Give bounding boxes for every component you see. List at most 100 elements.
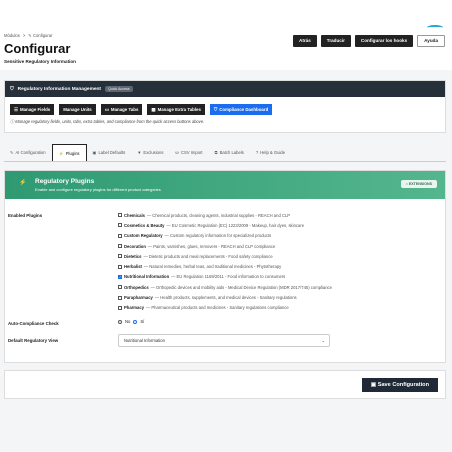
back-button[interactable]: Atrás (293, 35, 317, 47)
translate-button[interactable]: Traducir (320, 35, 351, 47)
folder-icon: ▭ (104, 107, 109, 112)
plugin-description: — Dietetic products and meal replacement… (143, 253, 273, 259)
filter-icon: ▼ (137, 150, 142, 155)
chevron-down-icon: ⌄ (321, 338, 325, 343)
plugin-name: Cosmetics & Beauty (124, 222, 165, 228)
plugin-item[interactable]: Herbalist — Natural remedies, herbal teas… (118, 261, 332, 271)
manage-extra-tables-label: Manage Extra Tables (157, 107, 201, 112)
page-title: Configurar (4, 41, 71, 56)
default-view-select[interactable]: Nutritional Information ⌄ (118, 334, 330, 347)
tab-batch-labels[interactable]: ⧉ Batch Labels (209, 144, 250, 161)
plugin-item[interactable]: Dietetics — Dietetic products and meal re… (118, 251, 332, 261)
radio-si-label: Sí (140, 319, 145, 324)
tag-icon: ▣ (92, 150, 97, 155)
plugin-item[interactable]: Parapharmacy — Health products, supplemen… (118, 292, 332, 302)
plugin-description: — Paints, varnishes, glues, removers - R… (147, 243, 276, 249)
default-view-label: Default Regulatory View (8, 338, 59, 343)
extensions-button[interactable]: ⌂ EXTENSIONS (400, 180, 437, 188)
tab-label-defaults-label: Label Defaults (98, 150, 126, 155)
tab-batch-label: Batch Labels (219, 150, 244, 155)
tab-ai-configuration[interactable]: ✎ AI Configuration (4, 144, 52, 161)
breadcrumb-configurar: ✎ Configurar (28, 33, 53, 38)
breadcrumb: Módulos > ✎ Configurar (4, 33, 53, 38)
plugin-name: Pharmacy (124, 305, 145, 311)
list-icon: ☰ (14, 107, 18, 112)
plug-icon: ⚡ (19, 180, 27, 186)
radio-no[interactable] (118, 319, 122, 324)
save-configuration-label: Save Configuration (377, 382, 429, 388)
plugin-item[interactable]: Decoration — Paints, varnishes, glues, re… (118, 241, 332, 251)
tab-plugins[interactable]: ⚡ Plugins (51, 144, 87, 161)
plugin-checkbox[interactable] (118, 233, 122, 238)
tab-label-defaults[interactable]: ▣ Label Defaults (87, 144, 132, 161)
plugin-description: — EU Regulation 1169/2011 - Food informa… (171, 274, 286, 280)
rim-note: ⓘ Manage regulatory fields, units, tabs,… (5, 115, 445, 125)
help-icon: ? (255, 150, 259, 155)
breadcrumb-modules[interactable]: Módulos (4, 33, 20, 38)
quick-access-badge: Quick Access (105, 86, 133, 92)
plugin-checkbox[interactable] (118, 254, 122, 259)
plugin-checkbox[interactable] (118, 244, 122, 249)
rim-note-text: Manage regulatory fields, units, tabs, e… (15, 119, 205, 124)
configure-hooks-button[interactable]: Configurar los hooks (354, 35, 414, 47)
plugin-checkbox[interactable] (118, 305, 122, 310)
tab-plugins-label: Plugins (65, 150, 80, 156)
tab-help-guide[interactable]: ? Help & Guide (250, 144, 291, 161)
plugin-checkbox[interactable] (118, 223, 122, 228)
plugin-description: — EU Cosmetic Regulation (EC) 1223/2009 … (166, 222, 305, 228)
plugin-item[interactable]: Cosmetics & Beauty — EU Cosmetic Regulati… (118, 220, 332, 230)
tab-csv-import[interactable]: ⛁ CSV Import (169, 144, 208, 161)
rim-title: Regulatory Information Management (17, 86, 102, 92)
plugin-list: Chemicals — Chemical products, cleaning a… (118, 210, 332, 313)
corner-accent (427, 25, 443, 30)
plugin-item[interactable]: Orthopedics — Orthopedic devices and mobi… (118, 282, 332, 292)
manage-tabs-button[interactable]: ▭ Manage Tabs (100, 104, 143, 115)
save-configuration-button[interactable]: ▣ Save Configuration (361, 378, 438, 392)
default-view-value: Nutritional Information (124, 338, 165, 343)
radio-si[interactable] (133, 319, 138, 324)
rim-buttons: ☰ Manage Fields Manage Units ▭ Manage Tabs… (5, 97, 445, 115)
tab-help-label: Help & Guide (260, 150, 286, 155)
plugin-item[interactable]: Custom Regulatory — Custom regulatory inf… (118, 231, 332, 241)
database-icon: ⛁ (175, 150, 179, 155)
plugins-panel-header: ⚡ Regulatory Plugins Enable and configur… (5, 171, 445, 199)
plugin-name: Chemicals (124, 212, 145, 218)
tab-ai-label: AI Configuration (15, 150, 46, 155)
wand-icon: ✎ (10, 150, 14, 155)
header-actions: Atrás Traducir Configurar los hooks Ayud… (293, 35, 445, 47)
manage-extra-tables-button[interactable]: ▦ Manage Extra Tables (147, 104, 205, 115)
plugin-name: Orthopedics (124, 284, 149, 290)
plugin-description: — Chemical products, cleaning agents, in… (146, 212, 291, 218)
plug-icon: ⚡ (58, 150, 64, 156)
plugin-checkbox[interactable] (118, 213, 122, 218)
page-subtitle: Sensitive Regulatory Information (4, 59, 76, 64)
auto-compliance-label: Auto-Compliance Check (8, 321, 59, 326)
plugin-checkbox[interactable] (118, 295, 122, 300)
config-tabs: ✎ AI Configuration ⚡ Plugins ▣ Label Defaul… (4, 143, 446, 162)
radio-no-label: No (125, 319, 131, 324)
floppy-icon: ▣ (370, 382, 378, 388)
manage-fields-button[interactable]: ☰ Manage Fields (10, 104, 55, 115)
plugin-checkbox[interactable] (118, 264, 122, 269)
breadcrumb-separator: > (22, 33, 26, 38)
plugins-title: Regulatory Plugins (35, 178, 95, 185)
rim-header: ⛉ Regulatory Information Management Quic… (5, 81, 445, 97)
auto-compliance-radios: No Sí (118, 319, 144, 324)
compliance-dashboard-button[interactable]: ⛉ Compliance Dashboard (209, 104, 273, 115)
manage-units-button[interactable]: Manage Units (59, 104, 96, 115)
copy-icon: ⧉ (214, 150, 218, 155)
help-button[interactable]: Ayuda (417, 35, 445, 47)
plugin-description: — Natural remedies, herbal teas, and tra… (143, 264, 282, 270)
plugin-checkbox[interactable] (118, 285, 122, 290)
plugin-item[interactable]: Chemicals — Chemical products, cleaning a… (118, 210, 332, 220)
plugin-item[interactable]: Pharmacy — Pharmaceutical products and me… (118, 303, 332, 313)
plugin-description: — Custom regulatory information for spec… (164, 233, 272, 239)
plugin-name: Nutritional Information (124, 274, 170, 280)
extensions-label: EXTENSIONS (408, 182, 432, 186)
plugin-checkbox-checked[interactable]: ✓ (118, 274, 122, 279)
tab-csv-label: CSV Import (180, 150, 203, 155)
tab-exclusions[interactable]: ▼ Exclusions (131, 144, 169, 161)
plugin-description: — Pharmaceutical products and medicines … (146, 305, 289, 311)
plugin-item[interactable]: ✓ Nutritional Information — EU Regulation … (118, 272, 332, 282)
save-bar: ▣ Save Configuration (4, 370, 446, 399)
